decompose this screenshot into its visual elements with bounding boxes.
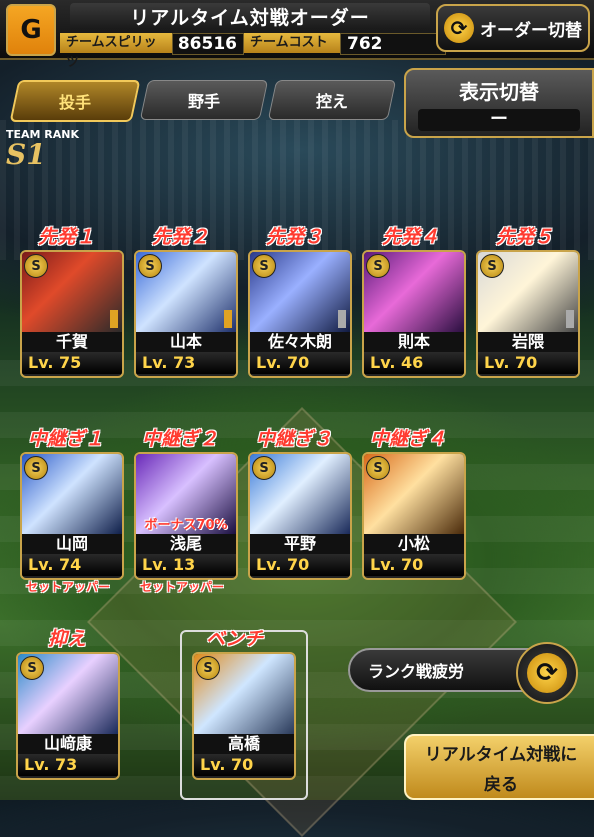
rank-fatigue-button[interactable]: ⟳ [516, 642, 578, 704]
order-switch-label: オーダー切替 [480, 20, 582, 41]
player-level: Lv. 74 [22, 554, 122, 576]
player-card-reliever-3[interactable]: S 平野 Lv. 70 [248, 452, 352, 580]
status-chip [224, 310, 232, 328]
role-label-reliever-2: セットアッパー [140, 580, 225, 594]
header-bar: G リアルタイム対戦オーダー チームスピリッツ 86516 チームコスト 762… [0, 0, 594, 70]
s-rank-icon: S [138, 254, 162, 278]
player-name: 小松 [364, 534, 464, 554]
player-card-closer[interactable]: S 山﨑康 Lv. 73 [16, 652, 120, 780]
tab-reserve[interactable]: 控え [267, 80, 397, 120]
player-level: Lv. 70 [194, 754, 294, 776]
team-rank: TEAM RANK S1 [6, 128, 86, 169]
s-rank-icon: S [24, 254, 48, 278]
slot-label-starter-1: 先発１ [38, 226, 96, 248]
player-name: 浅尾 [136, 534, 236, 554]
player-level: Lv. 70 [478, 352, 578, 374]
player-card-starter-4[interactable]: S 則本 Lv. 46 [362, 250, 466, 378]
player-name: 則本 [364, 332, 464, 352]
player-level: Lv. 70 [250, 352, 350, 374]
s-rank-icon: S [24, 456, 48, 480]
slot-label-reliever-1: 中継ぎ１ [28, 428, 105, 450]
s-rank-icon: S [366, 254, 390, 278]
team-spirit-label: チームスピリッツ [60, 33, 172, 70]
slot-label-starter-4: 先発４ [382, 226, 440, 248]
player-level: Lv. 70 [364, 554, 464, 576]
status-chip [566, 310, 574, 328]
player-level: Lv. 13 [136, 554, 236, 576]
team-spirit-value: 86516 [172, 33, 244, 55]
slot-label-bench: ベンチ [206, 628, 264, 650]
player-card-starter-2[interactable]: S 山本 Lv. 73 [134, 250, 238, 378]
player-level: Lv. 73 [18, 754, 118, 776]
player-name: 佐々木朗 [250, 332, 350, 352]
display-switch-value: ー [418, 109, 580, 131]
player-name: 岩隈 [478, 332, 578, 352]
player-card-starter-3[interactable]: S 佐々木朗 Lv. 70 [248, 250, 352, 378]
s-rank-icon: S [252, 456, 276, 480]
role-label-reliever-1: セットアッパー [26, 580, 111, 594]
player-card-starter-1[interactable]: S 千賀 Lv. 75 [20, 250, 124, 378]
team-logo: G [6, 4, 56, 56]
s-rank-icon: S [366, 456, 390, 480]
slot-label-starter-3: 先発３ [266, 226, 324, 248]
player-name: 千賀 [22, 332, 122, 352]
player-card-reliever-2[interactable]: ボーナス70% 浅尾 Lv. 13 [134, 452, 238, 580]
player-card-bench[interactable]: S 高橋 Lv. 70 [192, 652, 296, 780]
page-title: リアルタイム対戦オーダー [70, 3, 430, 29]
order-switch-button[interactable]: ⟳ オーダー切替 [436, 4, 590, 52]
display-switch-button[interactable]: 表示切替 ー [404, 68, 594, 138]
player-level: Lv. 70 [250, 554, 350, 576]
s-rank-icon: S [196, 656, 220, 680]
team-cost-label: チームコスト [244, 33, 340, 53]
player-card-reliever-4[interactable]: S 小松 Lv. 70 [362, 452, 466, 580]
status-chip [338, 310, 346, 328]
slot-label-starter-2: 先発２ [152, 226, 210, 248]
return-line-1: リアルタイム対戦に [424, 745, 578, 765]
team-rank-value: S1 [6, 138, 46, 171]
slot-label-reliever-2: 中継ぎ２ [142, 428, 219, 450]
player-level: Lv. 46 [364, 352, 464, 374]
s-rank-icon: S [252, 254, 276, 278]
tab-pitcher[interactable]: 投手 [9, 80, 141, 122]
status-chip [110, 310, 118, 328]
player-name: 山﨑康 [18, 734, 118, 754]
player-level: Lv. 73 [136, 352, 236, 374]
swap-icon: ⟳ [444, 13, 474, 43]
return-line-2: 戻る [484, 775, 518, 795]
position-tabs: 投手 野手 控え [9, 80, 400, 122]
slot-label-closer: 抑え [48, 628, 87, 650]
slot-label-reliever-4: 中継ぎ４ [370, 428, 447, 450]
return-to-realtime-battle-button[interactable]: リアルタイム対戦に 戻る [404, 734, 594, 800]
s-rank-icon: S [480, 254, 504, 278]
player-level: Lv. 75 [22, 352, 122, 374]
player-card-reliever-1[interactable]: S 山岡 Lv. 74 [20, 452, 124, 580]
tab-fielder[interactable]: 野手 [139, 80, 269, 120]
player-card-starter-5[interactable]: S 岩隈 Lv. 70 [476, 250, 580, 378]
slot-label-starter-5: 先発５ [496, 226, 554, 248]
player-name: 平野 [250, 534, 350, 554]
player-name: 山岡 [22, 534, 122, 554]
bonus-label: ボーナス70% [144, 518, 228, 533]
slot-label-reliever-3: 中継ぎ３ [256, 428, 333, 450]
player-name: 山本 [136, 332, 236, 352]
swap-icon: ⟳ [527, 653, 567, 693]
display-switch-title: 表示切替 [459, 80, 539, 104]
s-rank-icon: S [20, 656, 44, 680]
team-cost-value: 762 [340, 33, 446, 55]
player-name: 高橋 [194, 734, 294, 754]
